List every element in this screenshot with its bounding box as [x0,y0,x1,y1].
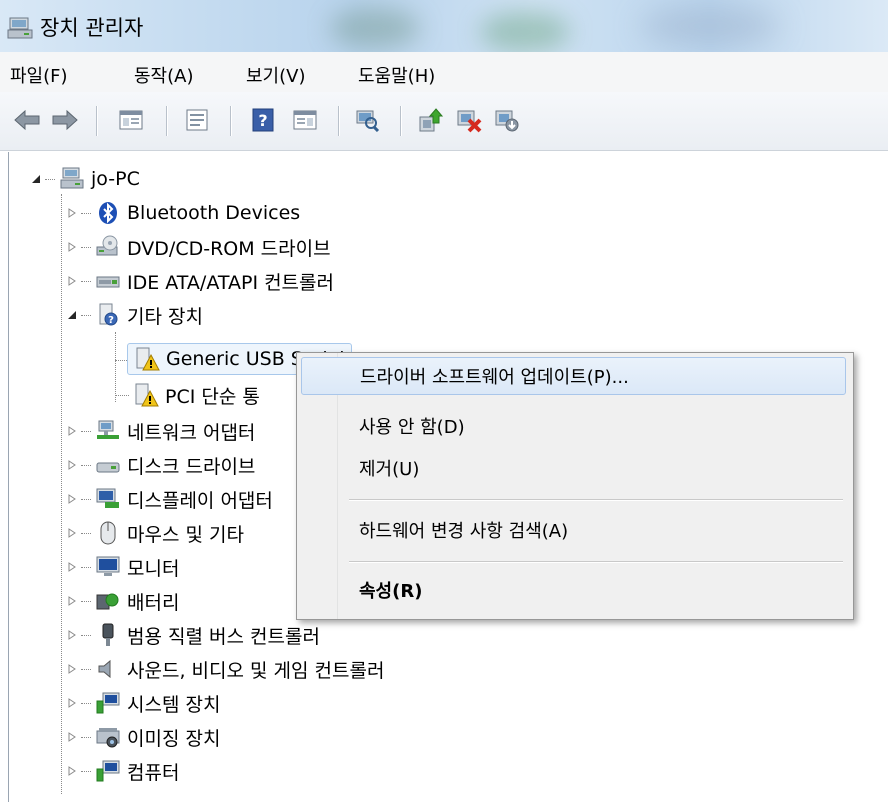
tree-category-computer[interactable]: 컴퓨터 [65,754,179,788]
tree-device-pci-simple[interactable]: PCI 단순 통 [133,378,260,412]
properties-icon[interactable] [182,105,212,135]
menu-disable[interactable]: 사용 안 함(D) [301,407,846,445]
tree-category-sound[interactable]: 사운드, 비디오 및 게임 컨트롤러 [65,652,384,686]
tree-root-label: jo-PC [91,168,140,190]
computer-icon [59,166,85,192]
window-title: 장치 관리자 [40,16,144,40]
disk-drive-icon [95,452,121,478]
menu-action[interactable]: 동작(A) [134,62,193,88]
bluetooth-icon [95,200,121,226]
forward-arrow-icon[interactable] [50,105,80,135]
help-icon[interactable]: ? [248,105,278,135]
monitor-icon [95,554,121,580]
system-device-icon [95,690,121,716]
tree-category-mouse[interactable]: 마우스 및 기타 [65,516,244,550]
expand-arrow-icon[interactable] [65,492,79,506]
menu-scan-hardware[interactable]: 하드웨어 변경 사항 검색(A) [301,511,846,549]
back-arrow-icon[interactable] [12,105,42,135]
unknown-device-icon: ? [95,302,121,328]
svg-text:?: ? [258,111,267,130]
ide-controller-icon [95,268,121,294]
menu-update-driver[interactable]: 드라이버 소프트웨어 업데이트(P)... [301,357,846,395]
expand-arrow-icon[interactable] [65,696,79,710]
menu-bar: 파일(F) 동작(A) 보기(V) 도움말(H) [0,52,888,93]
tree-category-bluetooth[interactable]: Bluetooth Devices [65,196,300,230]
expand-arrow-icon[interactable] [65,458,79,472]
usb-icon [95,622,121,648]
network-adapter-icon [95,418,121,444]
expand-arrow-icon[interactable] [65,240,79,254]
expand-arrow-icon[interactable] [65,526,79,540]
menu-help[interactable]: 도움말(H) [358,62,435,88]
uninstall-icon[interactable] [454,105,484,135]
imaging-device-icon [95,724,121,750]
tree-category-network[interactable]: 네트워크 어댑터 [65,414,255,448]
tree-category-ide[interactable]: IDE ATA/ATAPI 컨트롤러 [65,264,334,298]
console-tree-icon[interactable] [116,105,146,135]
title-bar: 장치 관리자 [0,0,888,52]
menu-file[interactable]: 파일(F) [10,62,68,88]
tree-category-system[interactable]: 시스템 장치 [65,686,220,720]
expand-arrow-icon[interactable] [65,764,79,778]
tree-category-display[interactable]: 디스플레이 어댑터 [65,482,273,516]
scan-hardware-icon[interactable] [352,105,382,135]
expand-arrow-icon[interactable] [65,274,79,288]
dvd-drive-icon [95,234,121,260]
tree-category-other-devices[interactable]: ? 기타 장치 [65,298,203,332]
mouse-icon [95,520,121,546]
disable-icon[interactable] [492,105,522,135]
tree-category-usb[interactable]: 범용 직렬 버스 컨트롤러 [65,618,320,652]
tree-category-monitor[interactable]: 모니터 [65,550,179,584]
expand-arrow-icon[interactable] [65,628,79,642]
tree-category-dvd[interactable]: DVD/CD-ROM 드라이브 [65,230,331,264]
action-pane-icon[interactable] [290,105,320,135]
expand-arrow-icon[interactable] [65,560,79,574]
device-manager-icon [6,14,34,42]
computer-category-icon [95,758,121,784]
expand-arrow-icon[interactable] [65,424,79,438]
menu-properties[interactable]: 속성(R) [301,571,846,609]
svg-text:?: ? [108,315,114,326]
context-menu: 드라이버 소프트웨어 업데이트(P)... 사용 안 함(D) 제거(U) 하드… [296,352,854,620]
update-driver-icon[interactable] [416,105,446,135]
tree-category-disk[interactable]: 디스크 드라이브 [65,448,255,482]
expand-arrow-icon[interactable] [65,594,79,608]
collapse-arrow-icon[interactable] [65,308,79,322]
display-adapter-icon [95,486,121,512]
warning-device-icon [133,382,159,408]
tree-root[interactable]: jo-PC [29,162,140,196]
menu-view[interactable]: 보기(V) [246,62,305,88]
warning-device-icon [134,346,160,372]
expand-arrow-icon[interactable] [65,206,79,220]
toolbar: ? [0,92,888,151]
battery-icon [95,588,121,614]
menu-uninstall[interactable]: 제거(U) [301,449,846,487]
tree-category-battery[interactable]: 배터리 [65,584,179,618]
expand-arrow-icon[interactable] [65,730,79,744]
expand-arrow-icon[interactable] [65,662,79,676]
speaker-icon [95,656,121,682]
tree-category-imaging[interactable]: 이미징 장치 [65,720,220,754]
collapse-arrow-icon[interactable] [29,172,43,186]
